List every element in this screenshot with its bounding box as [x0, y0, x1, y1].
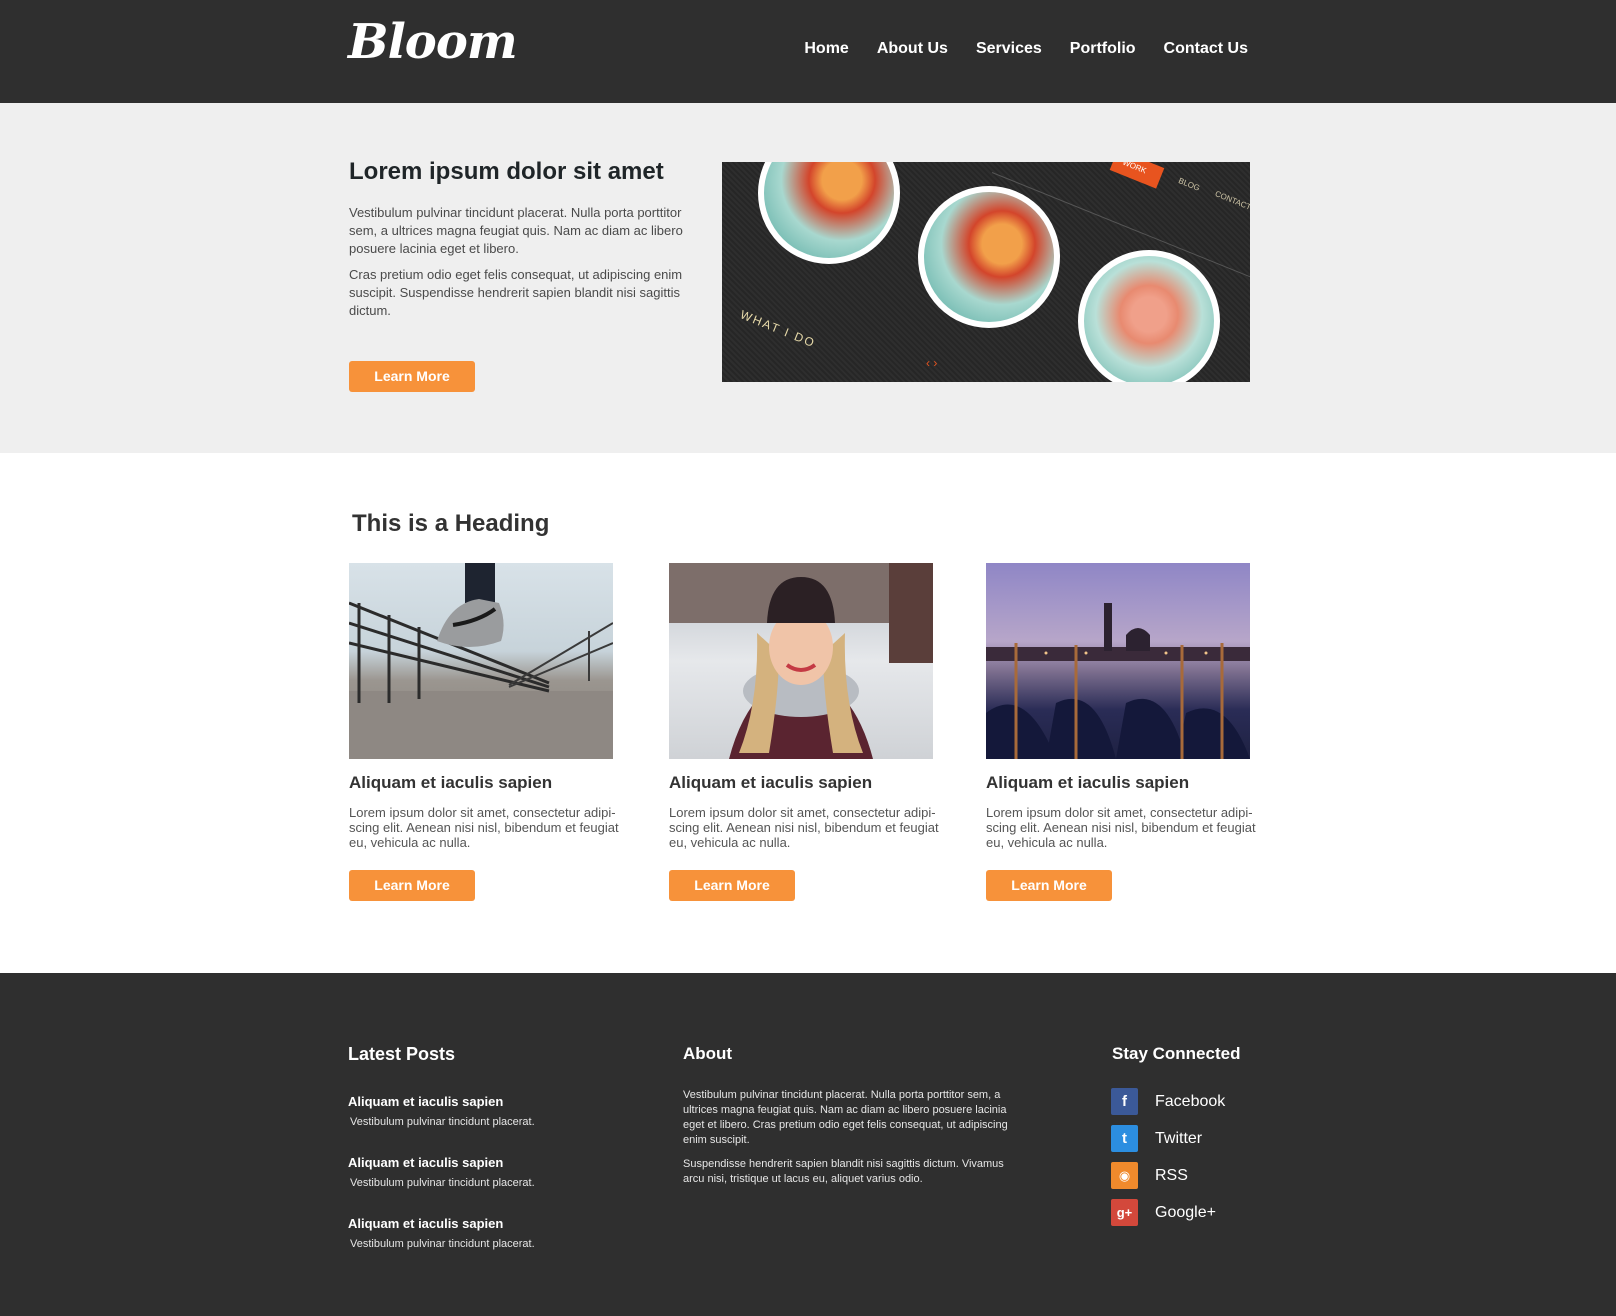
- post-title[interactable]: Aliquam et iaculis sapien: [348, 1216, 608, 1231]
- site-footer: Latest Posts Aliquam et iaculis sapien V…: [0, 973, 1616, 1316]
- feature-card: Aliquam et iaculis sapien Lorem ipsum do…: [986, 563, 1266, 901]
- about-paragraph-2: Suspendisse hendrerit sapien blandit nis…: [683, 1158, 1004, 1185]
- rss-icon: ◉: [1111, 1162, 1138, 1189]
- woman-winter-photo: [669, 563, 933, 759]
- post-title[interactable]: Aliquam et iaculis sapien: [348, 1155, 608, 1170]
- hero-image: WORK BLOG CONTACT WHAT I DO ‹ ›: [722, 162, 1250, 382]
- hero-paragraph-1: Vestibulum pulvinar tincidunt placerat. …: [349, 205, 683, 256]
- card-learn-more-button[interactable]: Learn More: [669, 870, 795, 901]
- footer-post[interactable]: Aliquam et iaculis sapien Vestibulum pul…: [348, 1216, 608, 1250]
- feature-card: Aliquam et iaculis sapien Lorem ipsum do…: [349, 563, 629, 901]
- social-label[interactable]: Facebook: [1155, 1093, 1225, 1111]
- venice-illustration: [986, 603, 1250, 759]
- social-label[interactable]: RSS: [1155, 1167, 1188, 1185]
- about-paragraph-1: Vestibulum pulvinar tincidunt placerat. …: [683, 1089, 1008, 1146]
- card-title: Aliquam et iaculis sapien: [349, 773, 553, 792]
- google-plus-icon: g+: [1111, 1199, 1138, 1226]
- slider-arrows-icon: ‹ ›: [926, 356, 938, 370]
- what-i-do-label: WHAT I DO: [738, 307, 818, 351]
- social-link-twitter[interactable]: t Twitter: [1111, 1125, 1202, 1152]
- post-excerpt: Vestibulum pulvinar tincidunt placerat.: [350, 1238, 535, 1250]
- dragon-circle-image: [918, 186, 1060, 328]
- site-header: Bloom Home About Us Services Portfolio C…: [0, 0, 1616, 103]
- sneaker-illustration: [349, 563, 613, 759]
- logo[interactable]: Bloom: [348, 14, 518, 70]
- footer-post[interactable]: Aliquam et iaculis sapien Vestibulum pul…: [348, 1094, 608, 1128]
- hero-section: Lorem ipsum dolor sit amet Vestibulum pu…: [0, 103, 1616, 453]
- hero-learn-more-button[interactable]: Learn More: [349, 361, 475, 392]
- nav-home[interactable]: Home: [804, 40, 848, 58]
- venice-gondolas-photo: [986, 563, 1250, 759]
- dragon-circle-image: [758, 162, 900, 264]
- blog-label: BLOG: [1177, 176, 1202, 193]
- post-excerpt: Vestibulum pulvinar tincidunt placerat.: [350, 1116, 535, 1128]
- card-learn-more-button[interactable]: Learn More: [349, 870, 475, 901]
- card-learn-more-button[interactable]: Learn More: [986, 870, 1112, 901]
- card-title: Aliquam et iaculis sapien: [669, 773, 873, 792]
- social-label[interactable]: Twitter: [1155, 1130, 1202, 1148]
- feature-card: Aliquam et iaculis sapien Lorem ipsum do…: [669, 563, 949, 901]
- section-heading: This is a Heading: [352, 510, 550, 537]
- contact-label: CONTACT: [1213, 189, 1250, 212]
- latest-posts-heading: Latest Posts: [348, 1044, 456, 1064]
- card-title: Aliquam et iaculis sapien: [986, 773, 1190, 792]
- stay-connected-heading: Stay Connected: [1112, 1044, 1241, 1063]
- main-nav: Home About Us Services Portfolio Contact…: [804, 40, 1248, 58]
- dragon-circle-image: [1078, 250, 1220, 382]
- social-link-facebook[interactable]: f Facebook: [1111, 1088, 1225, 1115]
- nav-portfolio[interactable]: Portfolio: [1070, 40, 1136, 58]
- social-link-rss[interactable]: ◉ RSS: [1111, 1162, 1188, 1189]
- social-label[interactable]: Google+: [1155, 1204, 1216, 1222]
- facebook-icon: f: [1111, 1088, 1138, 1115]
- woman-illustration: [669, 563, 933, 759]
- hero-paragraph-2: Cras pretium odio eget felis consequat, …: [349, 267, 683, 318]
- nav-about-us[interactable]: About Us: [877, 40, 948, 58]
- twitter-icon: t: [1111, 1125, 1138, 1152]
- social-link-google-plus[interactable]: g+ Google+: [1111, 1199, 1216, 1226]
- card-text: Lorem ipsum dolor sit amet, consectetur …: [669, 805, 939, 850]
- post-title[interactable]: Aliquam et iaculis sapien: [348, 1094, 608, 1109]
- footer-post[interactable]: Aliquam et iaculis sapien Vestibulum pul…: [348, 1155, 608, 1189]
- post-excerpt: Vestibulum pulvinar tincidunt placerat.: [350, 1177, 535, 1189]
- sneaker-photo: [349, 563, 613, 759]
- nav-contact-us[interactable]: Contact Us: [1164, 40, 1248, 58]
- card-text: Lorem ipsum dolor sit amet, consectetur …: [349, 805, 619, 850]
- card-text: Lorem ipsum dolor sit amet, consectetur …: [986, 805, 1256, 850]
- hero-title: Lorem ipsum dolor sit amet: [349, 158, 664, 185]
- about-heading: About: [683, 1044, 733, 1063]
- features-section: This is a Heading Aliquam et iaculis sap…: [0, 453, 1616, 973]
- nav-services[interactable]: Services: [976, 40, 1042, 58]
